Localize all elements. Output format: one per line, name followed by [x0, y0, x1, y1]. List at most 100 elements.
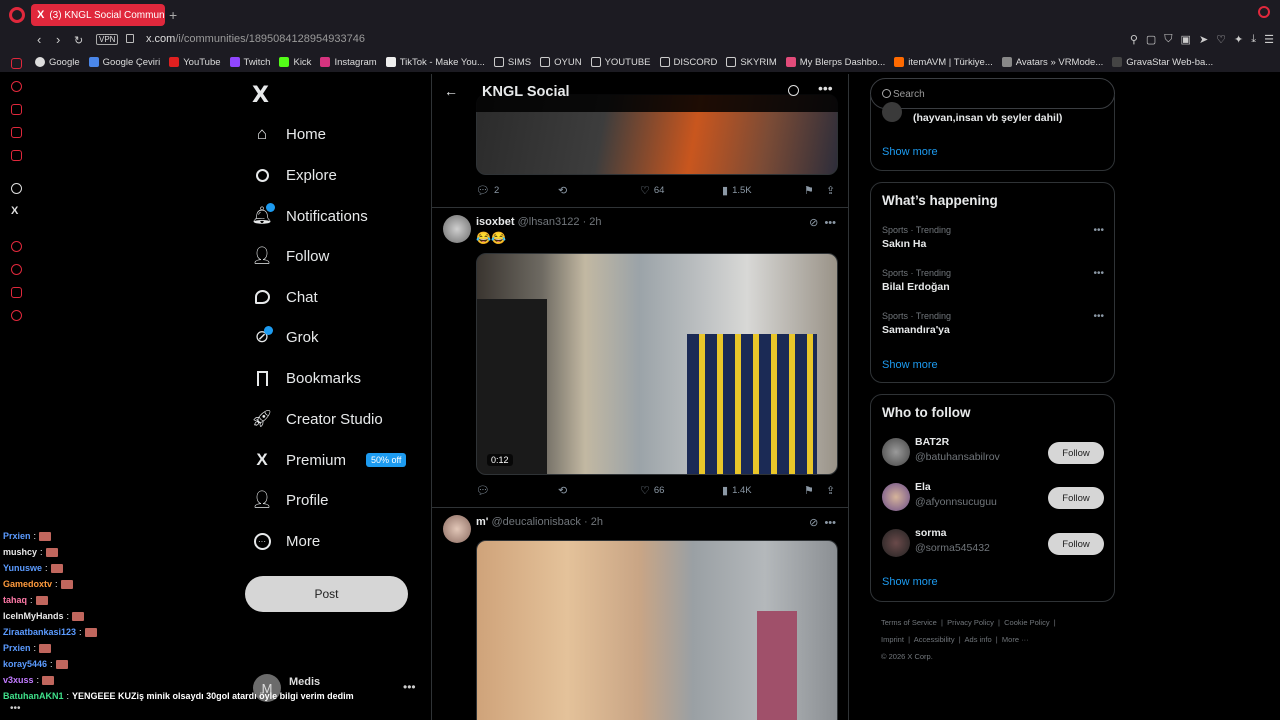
trend-item[interactable]: Sports · Trending Sakın Ha ••• — [882, 225, 1104, 250]
tweet-author-name[interactable]: isoxbet — [476, 216, 515, 228]
community-search-icon[interactable] — [788, 85, 799, 96]
follow-button[interactable]: Follow — [1048, 533, 1104, 555]
vpn-badge[interactable]: VPN — [96, 34, 119, 45]
nav-home[interactable]: ⌂ Home — [252, 124, 326, 144]
avatar[interactable] — [443, 215, 471, 243]
sidebar-icon-3[interactable] — [11, 104, 22, 115]
avatar[interactable] — [882, 483, 910, 511]
history-icon[interactable] — [11, 264, 22, 275]
back-arrow-icon[interactable]: ← — [444, 83, 458, 99]
bookmark-google[interactable]: Google — [35, 57, 80, 68]
sidebar-icon-1[interactable] — [11, 58, 22, 69]
bookmark-youtube[interactable]: YouTube — [169, 57, 221, 68]
bookmark-itemavm[interactable]: itemAVM | Türkiye... — [894, 57, 993, 68]
grok-explain-icon[interactable]: ⊘ — [809, 517, 818, 529]
share-button[interactable]: ⇪ — [826, 484, 835, 497]
bookmark-tiktok[interactable]: TikTok - Make You... — [385, 57, 485, 68]
nav-notifications[interactable]: 🔔︎ Notifications — [251, 203, 368, 226]
nav-bookmarks[interactable]: Bookmarks — [252, 368, 361, 388]
new-tab-button[interactable]: + — [169, 7, 177, 23]
avatar[interactable] — [882, 438, 910, 466]
bookmark-kick[interactable]: Kick — [279, 57, 311, 68]
account-more-icon[interactable]: ••• — [403, 680, 416, 694]
reply-button[interactable]: 💬︎ — [476, 484, 494, 497]
bookmark-folder-discord[interactable]: DISCORD — [659, 57, 717, 68]
opera-logo-icon[interactable] — [9, 7, 25, 23]
trend-more-icon[interactable]: ••• — [1093, 268, 1104, 279]
heart-icon[interactable]: ♡ — [1216, 33, 1226, 46]
tweet-time[interactable]: · 2h — [583, 216, 602, 228]
nav-follow[interactable]: 👤︎ Follow — [251, 246, 329, 266]
trend-item[interactable]: Sports · Trending Samandıra'ya ••• — [882, 311, 1104, 336]
bookmark-folder-skyrim[interactable]: SKYRIM — [726, 57, 777, 68]
footer-accessibility[interactable]: Accessibility — [914, 635, 955, 644]
extensions-sidebar-icon[interactable] — [11, 287, 22, 298]
show-more-link[interactable]: Show more — [882, 146, 938, 158]
tab-search-icon[interactable] — [1258, 6, 1270, 18]
x-logo-icon[interactable]: X — [252, 83, 269, 108]
sidebar-icon-5[interactable] — [11, 150, 22, 161]
back-icon[interactable]: ‹ — [37, 32, 41, 47]
send-icon[interactable]: ➤ — [1199, 33, 1208, 46]
chatgpt-icon[interactable] — [11, 183, 22, 194]
show-more-link[interactable]: Show more — [882, 359, 938, 371]
snapshot-icon[interactable]: ▣ — [1181, 33, 1191, 46]
download-icon[interactable]: ⤓ — [1251, 33, 1256, 46]
bookmark-instagram[interactable]: Instagram — [320, 57, 377, 68]
footer-terms[interactable]: Terms of Service — [881, 618, 937, 627]
forward-icon[interactable]: › — [56, 32, 60, 47]
tab-icon[interactable]: ▢ — [1146, 33, 1156, 46]
tweet-more-icon[interactable]: ••• — [824, 517, 836, 529]
nav-chat[interactable]: Chat — [252, 287, 318, 307]
footer-cookie[interactable]: Cookie Policy — [1004, 618, 1049, 627]
grok-explain-icon[interactable]: ⊘ — [809, 217, 818, 229]
share-button[interactable]: ⇪ — [826, 184, 835, 197]
sidebar-icon-4[interactable] — [11, 127, 22, 138]
bookmark-twitch[interactable]: Twitch — [229, 57, 270, 68]
lock-icon[interactable] — [126, 34, 134, 43]
reload-icon[interactable]: ↻ — [74, 34, 83, 47]
suggestion-name[interactable]: BAT2R — [915, 436, 949, 448]
bookmark-blerps[interactable]: My Blerps Dashbo... — [785, 57, 885, 68]
trend-item[interactable]: Sports · Trending Bilal Erdoğan ••• — [882, 268, 1104, 293]
menu-icon[interactable]: ☰ — [1264, 33, 1274, 46]
pin-icon[interactable]: ⚲ — [1130, 33, 1138, 46]
follow-suggestion[interactable]: BAT2R @batuhansabilrov Follow — [882, 436, 1104, 468]
trend-more-icon[interactable]: ••• — [1093, 311, 1104, 322]
url-field[interactable]: x.com/i/communities/1895084128954933746 — [146, 33, 365, 45]
avatar[interactable] — [443, 515, 471, 543]
tweet-author-handle[interactable]: @lhsan3122 — [518, 216, 580, 228]
shield-icon[interactable]: ⛉ — [1164, 33, 1172, 46]
extensions-icon[interactable]: ✦ — [1234, 33, 1243, 46]
nav-profile[interactable]: 👤︎ Profile — [251, 490, 328, 510]
follow-button[interactable]: Follow — [1048, 442, 1104, 464]
tweet-author-name[interactable]: m' — [476, 516, 488, 528]
views-button[interactable]: ▮ 1.5K — [722, 184, 752, 197]
community-more-icon[interactable]: ••• — [818, 80, 833, 96]
like-button[interactable]: ♡ 64 — [640, 184, 664, 197]
bookmark-folder-youtube[interactable]: YOUTUBE — [590, 57, 651, 68]
follow-suggestion[interactable]: sorma @sorma545432 Follow — [882, 527, 1104, 559]
bookmark-button[interactable]: ⚑ — [804, 184, 814, 197]
footer-imprint[interactable]: Imprint — [881, 635, 904, 644]
footer-more[interactable]: More ··· — [1002, 635, 1029, 644]
nav-creator-studio[interactable]: 🚀︎ Creator Studio — [251, 409, 383, 429]
trend-more-icon[interactable]: ••• — [1093, 225, 1104, 236]
tweet-author-handle[interactable]: @deucalionisback — [491, 516, 580, 528]
bookmark-folder-sims[interactable]: SIMS — [493, 57, 531, 68]
tweet-video[interactable]: 0:12 — [476, 253, 838, 475]
suggestion-name[interactable]: sorma — [915, 527, 947, 539]
bookmark-gravastar[interactable]: GravaStar Web-ba... — [1112, 57, 1213, 68]
bookmark-button[interactable]: ⚑ — [804, 484, 814, 497]
browser-tab-active[interactable]: X (3) KNGL Social Communi × — [31, 4, 165, 26]
reply-button[interactable]: 💬︎ 2 — [476, 184, 499, 197]
sidebar-icon-6[interactable] — [11, 241, 22, 252]
bookmark-folder-oyun[interactable]: OYUN — [540, 57, 582, 68]
bookmark-google-ceviri[interactable]: Google Çeviri — [88, 57, 160, 68]
x-sidebar-icon[interactable]: X — [11, 205, 18, 217]
tweet-time[interactable]: · 2h — [584, 516, 603, 528]
suggestion-name[interactable]: Ela — [915, 481, 931, 493]
follow-suggestion[interactable]: Ela @afyonnsucuguu Follow — [882, 481, 1104, 513]
nav-explore[interactable]: Explore — [252, 165, 337, 185]
views-button[interactable]: ▮ 1.4K — [722, 484, 752, 497]
